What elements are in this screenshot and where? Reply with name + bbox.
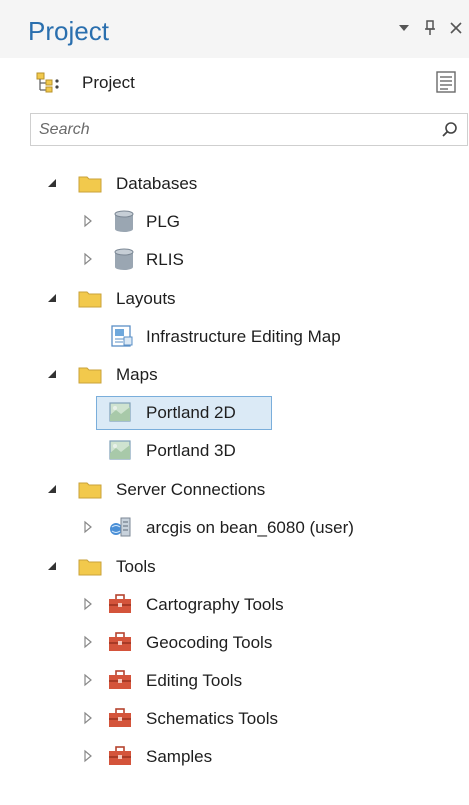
- collapse-arrow-icon[interactable]: [44, 175, 60, 191]
- close-icon: [450, 22, 462, 34]
- tree-node-label: Tools: [116, 557, 156, 576]
- breadcrumb: Project: [0, 62, 469, 104]
- tree-node-portland-3d[interactable]: Portland 3D: [0, 433, 469, 469]
- tree-node-schematics-tools[interactable]: Schematics Tools: [0, 701, 469, 737]
- expand-arrow-icon[interactable]: [80, 251, 96, 267]
- view-options-button[interactable]: [433, 69, 459, 95]
- tree-node-geocoding-tools[interactable]: Geocoding Tools: [0, 625, 469, 661]
- tree-node-label: Maps: [116, 365, 158, 384]
- tree-node-label: Portland 3D: [146, 441, 236, 460]
- tree-node-label: Infrastructure Editing Map: [146, 327, 341, 346]
- chevron-down-icon: [399, 25, 409, 31]
- pane-controls: [395, 18, 465, 38]
- tree-node-label: PLG: [146, 212, 181, 231]
- tree-node-label: Samples: [146, 747, 213, 766]
- tree-node-rlis[interactable]: RLIS: [0, 242, 469, 278]
- tree-node-portland-2d[interactable]: Portland 2D: [0, 395, 469, 431]
- project-tree-icon: [36, 72, 59, 93]
- folder-icon: [78, 367, 102, 384]
- toolbox-icon: [109, 670, 131, 689]
- expand-arrow-icon[interactable]: [80, 596, 96, 612]
- search-icon: [442, 122, 457, 137]
- tree-node-editing-tools[interactable]: Editing Tools: [0, 663, 469, 699]
- tree-node-label: Server Connections: [116, 480, 266, 499]
- tree-node-label: arcgis on bean_6080 (user): [146, 518, 354, 537]
- expand-arrow-icon[interactable]: [80, 672, 96, 688]
- expand-arrow-icon[interactable]: [80, 748, 96, 764]
- collapse-arrow-icon[interactable]: [44, 481, 60, 497]
- tree-node-samples[interactable]: Samples: [0, 739, 469, 775]
- tree-node-infrastructure-editing-map[interactable]: Infrastructure Editing Map: [0, 319, 469, 355]
- map-icon: [109, 440, 131, 460]
- pin-icon: [425, 20, 435, 35]
- database-icon: [114, 248, 134, 270]
- layout-icon: [111, 325, 133, 347]
- expand-arrow-icon[interactable]: [80, 213, 96, 229]
- details-view-icon: [436, 71, 456, 93]
- search-input[interactable]: [39, 118, 419, 142]
- close-button[interactable]: [447, 18, 465, 38]
- folder-icon: [78, 176, 102, 193]
- search-button[interactable]: [439, 119, 461, 141]
- tree-node-label: Databases: [116, 174, 198, 193]
- tree-node-label: Schematics Tools: [146, 709, 278, 728]
- toolbox-icon: [109, 708, 131, 727]
- folder-icon: [78, 559, 102, 576]
- tree-node-label: Portland 2D: [146, 403, 236, 422]
- search-box: [30, 113, 468, 146]
- tree-node-label: Cartography Tools: [146, 595, 284, 614]
- tree-node-server-connections[interactable]: Server Connections: [0, 472, 469, 508]
- tree-node-arcgis-server[interactable]: arcgis on bean_6080 (user): [0, 510, 469, 546]
- tree-node-tools[interactable]: Tools: [0, 549, 469, 585]
- collapse-arrow-icon[interactable]: [44, 290, 60, 306]
- tree-node-label: Layouts: [116, 289, 176, 308]
- tree-node-plg[interactable]: PLG: [0, 204, 469, 240]
- expand-arrow-icon[interactable]: [80, 519, 96, 535]
- collapse-arrow-icon[interactable]: [44, 366, 60, 382]
- folder-icon: [78, 482, 102, 499]
- breadcrumb-project[interactable]: Project: [82, 72, 135, 94]
- tree-node-cartography-tools[interactable]: Cartography Tools: [0, 587, 469, 623]
- pane-title: Project: [28, 16, 109, 46]
- toolbox-icon: [109, 746, 131, 765]
- toolbox-icon: [109, 632, 131, 651]
- expand-arrow-icon[interactable]: [80, 710, 96, 726]
- server-connection-icon: [110, 517, 131, 537]
- tree-node-label: Geocoding Tools: [146, 633, 273, 652]
- project-pane: Project Project Search Databases PLG RLI…: [0, 0, 469, 805]
- collapse-arrow-icon[interactable]: [44, 558, 60, 574]
- tree-node-layouts[interactable]: Layouts: [0, 281, 469, 317]
- options-dropdown-button[interactable]: [395, 18, 413, 38]
- tree-node-maps[interactable]: Maps: [0, 357, 469, 393]
- toolbox-icon: [109, 594, 131, 613]
- map-icon: [109, 402, 131, 422]
- folder-icon: [78, 291, 102, 308]
- tree-node-databases[interactable]: Databases: [0, 166, 469, 202]
- tree-node-label: RLIS: [146, 250, 184, 269]
- expand-arrow-icon[interactable]: [80, 634, 96, 650]
- auto-hide-pin-button[interactable]: [421, 18, 439, 38]
- tree-node-label: Editing Tools: [146, 671, 243, 690]
- pane-title-bar: Project: [0, 0, 469, 58]
- database-icon: [114, 210, 134, 232]
